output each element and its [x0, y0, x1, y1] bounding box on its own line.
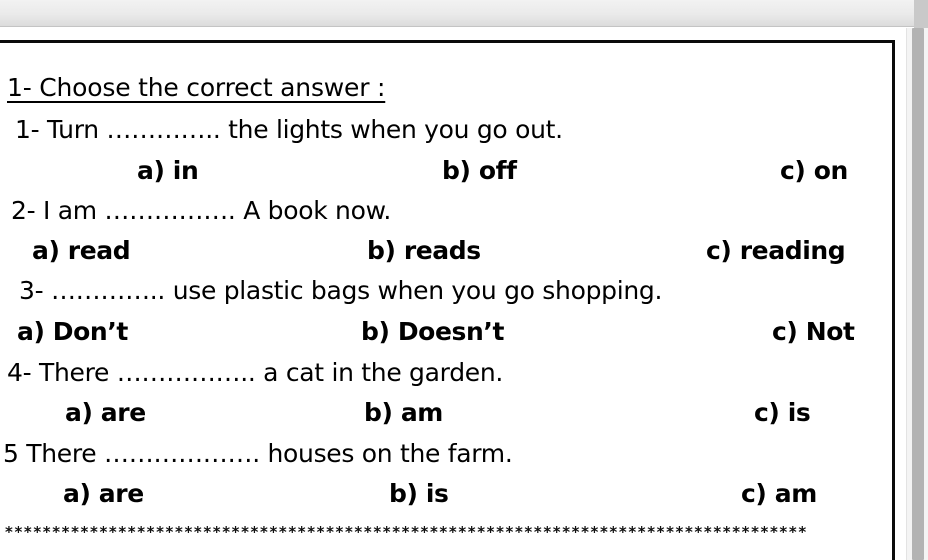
- toolbar-right-cap: [914, 0, 928, 28]
- section-heading: 1- Choose the correct answer :: [7, 73, 386, 102]
- question-2-option-b[interactable]: b) reads: [367, 238, 481, 263]
- vertical-scrollbar[interactable]: [906, 28, 928, 560]
- document-viewer[interactable]: 1- Choose the correct answer : 1- Turn ……: [0, 0, 928, 560]
- question-5-option-b[interactable]: b) is: [389, 481, 449, 506]
- viewer-toolbar: [0, 0, 928, 28]
- question-prompt-2: 2- I am ……………. A book now.: [11, 196, 392, 225]
- question-4-option-a[interactable]: a) are: [65, 400, 146, 425]
- question-5-option-a[interactable]: a) are: [63, 481, 144, 506]
- question-prompt-1: 1- Turn ………….. the lights when you go ou…: [15, 115, 563, 144]
- question-1-option-a[interactable]: a) in: [137, 158, 199, 183]
- vertical-scrollbar-thumb[interactable]: [912, 28, 924, 560]
- question-prompt-3: 3- ………….. use plastic bags when you go s…: [19, 276, 663, 305]
- question-4-option-b[interactable]: b) am: [364, 400, 443, 425]
- question-3-option-a[interactable]: a) Don’t: [17, 319, 128, 344]
- question-1-option-c[interactable]: c) on: [780, 158, 848, 183]
- worksheet-page: 1- Choose the correct answer : 1- Turn ……: [0, 40, 895, 560]
- question-2-option-c[interactable]: c) reading: [706, 238, 846, 263]
- question-4-option-c[interactable]: c) is: [754, 400, 811, 425]
- question-5-option-c[interactable]: c) am: [741, 481, 817, 506]
- section-divider: ****************************************…: [5, 523, 808, 541]
- question-2-option-a[interactable]: a) read: [32, 238, 131, 263]
- question-prompt-4: 4- There …………….. a cat in the garden.: [7, 358, 504, 387]
- question-prompt-5: 5 There ………………. houses on the farm.: [3, 439, 513, 468]
- question-3-option-b[interactable]: b) Doesn’t: [361, 319, 504, 344]
- question-3-option-c[interactable]: c) Not: [772, 319, 855, 344]
- question-1-option-b[interactable]: b) off: [442, 158, 517, 183]
